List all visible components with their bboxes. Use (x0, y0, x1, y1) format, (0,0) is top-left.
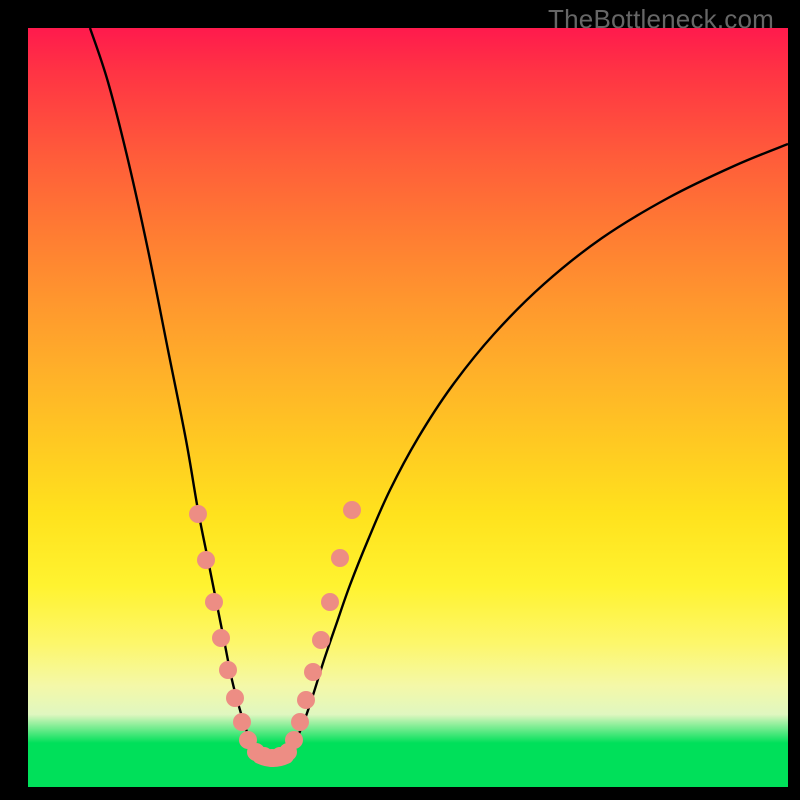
chart-frame: TheBottleneck.com (0, 0, 800, 800)
gradient-background (28, 28, 788, 743)
watermark-text: TheBottleneck.com (548, 4, 774, 35)
chart-inner: TheBottleneck.com (28, 0, 788, 790)
bottom-green-band (28, 743, 788, 787)
